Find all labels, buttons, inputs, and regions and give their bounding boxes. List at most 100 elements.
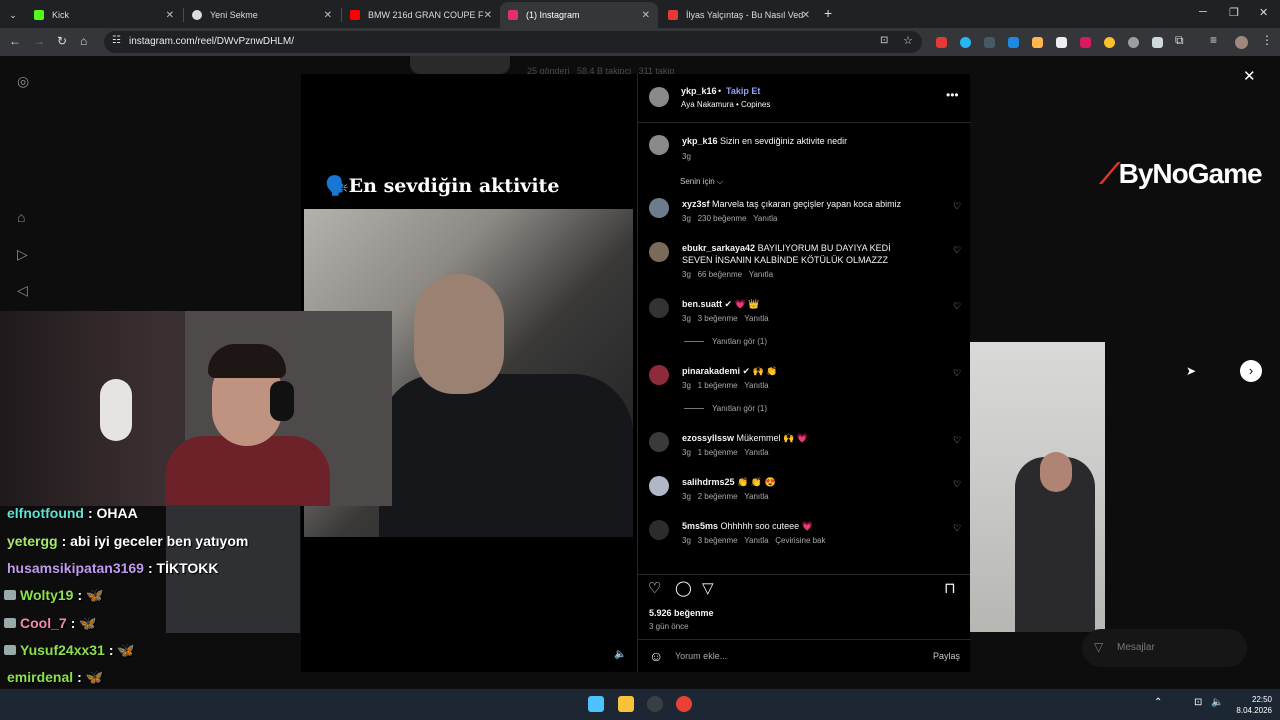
reply-button[interactable]: Yanıtla [744,448,768,457]
minimize-icon[interactable]: ─ [1199,6,1207,18]
shield-icon[interactable] [1152,37,1163,48]
windows-start-icon[interactable] [588,696,604,712]
emoji-icon[interactable]: ☺ [649,648,663,664]
app-icon[interactable] [647,696,663,712]
avatar[interactable] [649,298,669,318]
forward-icon[interactable]: → [33,34,45,48]
avatar[interactable] [649,135,669,155]
extension-icon[interactable] [984,37,995,48]
extension-icon[interactable] [1056,37,1067,48]
translate-button[interactable]: Çevirisine bak [775,536,825,545]
chevron-up-icon[interactable]: ⌃ [1154,697,1162,708]
comment-user[interactable]: ezossyllssw [682,433,734,443]
comment-user[interactable]: xyz3sf [682,199,710,209]
tab-music[interactable]: İlyas Yalçıntaş - Bu Nasıl Veda - ✕ [660,2,818,28]
comment-likes[interactable]: 1 beğenme [698,448,738,457]
close-icon[interactable]: ✕ [166,10,174,21]
avatar[interactable] [649,87,669,107]
heart-icon[interactable]: ♡ [953,523,961,534]
direct-icon[interactable]: ◁ [17,282,28,299]
messages-button[interactable]: ▽ Mesajlar [1082,629,1247,667]
comment-user[interactable]: salihdrms25 [682,477,735,487]
comment-icon[interactable]: ◯ [675,579,692,597]
home-icon[interactable]: ⌂ [17,209,25,225]
comment-likes[interactable]: 66 beğenme [698,270,742,279]
new-tab-button[interactable]: + [824,5,832,21]
extension-icon[interactable] [960,37,971,48]
comment-input[interactable]: Yorum ekle... [675,651,727,661]
comment-likes[interactable]: 3 beğenme [698,536,738,545]
system-clock[interactable]: 22:50 8.04.2026 [1232,694,1272,716]
view-replies-button[interactable]: Yanıtları gör (1) [684,337,767,346]
address-bar[interactable]: ☷ instagram.com/reel/DWvPznwDHLM/ ⊡ ☆ [104,31,922,53]
heart-icon[interactable]: ♡ [953,435,961,446]
reply-button[interactable]: Yanıtla [744,381,768,390]
heart-icon[interactable]: ♡ [953,479,961,490]
reply-button[interactable]: Yanıtla [744,314,768,323]
share-icon[interactable]: ▽ [702,579,714,597]
comment-likes[interactable]: 230 beğenme [698,214,747,223]
bookmark-star-icon[interactable]: ☆ [903,34,913,47]
view-replies-button[interactable]: Yanıtları gör (1) [684,404,767,413]
extension-icon[interactable] [936,37,947,48]
tab-youtube[interactable]: BMW 216d GRAN COUPE FIRST ✕ [342,2,500,28]
reply-button[interactable]: Yanıtla [744,536,768,545]
home-icon[interactable]: ⌂ [80,34,87,48]
tab-yeni-sekme[interactable]: Yeni Sekme ✕ [184,2,340,28]
tab-instagram[interactable]: (1) Instagram ✕ [500,2,658,28]
follow-button[interactable]: Takip Et [726,86,760,96]
reels-icon[interactable]: ▷ [17,246,28,263]
site-info-icon[interactable]: ☷ [112,35,121,46]
comment-likes[interactable]: 3 beğenme [698,314,738,323]
avatar[interactable] [649,198,669,218]
extension-icon[interactable] [1080,37,1091,48]
like-heart-icon[interactable]: ♡ [648,579,661,597]
network-icon[interactable]: ⊡ [1194,697,1202,708]
kebab-menu-icon[interactable]: ⋮ [1261,33,1273,47]
file-explorer-icon[interactable] [618,696,634,712]
avatar[interactable] [649,520,669,540]
reload-icon[interactable]: ↻ [57,34,67,48]
heart-icon[interactable]: ♡ [953,245,961,256]
comment-user[interactable]: ebukr_sarkaya42 [682,243,755,253]
audio-track[interactable]: Aya Nakamura • Copines [681,100,770,109]
heart-icon[interactable]: ♡ [953,201,961,212]
avatar[interactable] [649,476,669,496]
post-username[interactable]: ykp_k16 [681,86,717,96]
install-app-icon[interactable]: ⊡ [880,35,888,46]
extension-icon[interactable] [1008,37,1019,48]
more-options-icon[interactable]: ••• [946,88,959,102]
reply-button[interactable]: Yanıtla [753,214,777,223]
close-icon[interactable]: ✕ [324,10,332,21]
close-icon[interactable]: ✕ [1243,67,1256,85]
close-window-icon[interactable]: ✕ [1259,6,1268,19]
heart-icon[interactable]: ♡ [953,301,961,312]
volume-icon[interactable]: 🔈 [1211,697,1223,708]
comment-user[interactable]: 5ms5ms [682,521,718,531]
back-icon[interactable]: ← [9,34,21,48]
tab-search-icon[interactable]: ≡ [1210,33,1217,47]
reply-button[interactable]: Yanıtla [744,492,768,501]
close-icon[interactable]: ✕ [802,10,810,21]
caption-user[interactable]: ykp_k16 [682,136,718,146]
extension-icon[interactable] [1032,37,1043,48]
chrome-icon[interactable] [676,696,692,712]
extension-icon[interactable] [1104,37,1115,48]
comment-user[interactable]: pinarakademi [682,366,740,376]
avatar[interactable] [649,242,669,262]
sort-dropdown[interactable]: Senin için ⌵ [680,177,723,187]
comment-likes[interactable]: 1 beğenme [698,381,738,390]
tab-menu-button[interactable]: ⌄ [2,2,24,28]
avatar[interactable] [649,365,669,385]
restore-icon[interactable]: ❐ [1229,6,1239,19]
extension-icon[interactable] [1128,37,1139,48]
bookmark-icon[interactable]: ⊓ [944,579,956,597]
instagram-logo-icon[interactable]: ◎ [17,73,29,90]
puzzle-icon[interactable]: ⧉ [1175,33,1184,48]
avatar[interactable] [1235,36,1248,49]
close-icon[interactable]: ✕ [484,10,492,21]
likes-count[interactable]: 5.926 beğenme [649,608,714,618]
comment-user[interactable]: ben.suatt [682,299,722,309]
tab-kick[interactable]: Kick ✕ [26,2,182,28]
share-button[interactable]: Paylaş [933,651,960,661]
